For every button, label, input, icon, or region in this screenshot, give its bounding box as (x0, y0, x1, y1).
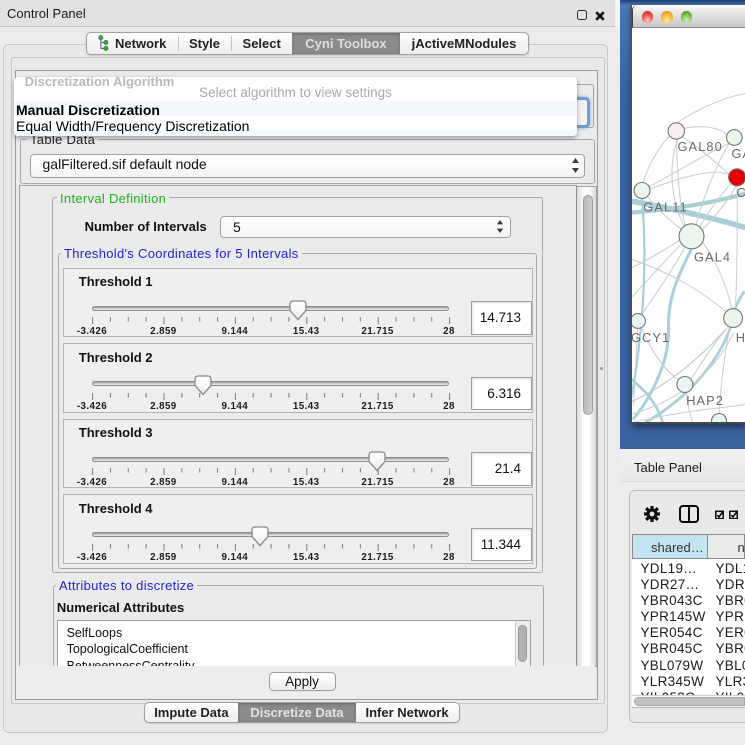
svg-text:HAP2: HAP2 (686, 393, 724, 408)
svg-text:H: H (735, 330, 745, 345)
svg-text:GAL11: GAL11 (643, 199, 687, 214)
svg-text:GAL80: GAL80 (677, 139, 722, 154)
svg-text:GAL4: GAL4 (694, 249, 731, 264)
svg-text:C: C (736, 185, 745, 200)
svg-text:GA: GA (731, 146, 745, 161)
svg-text:GCY1: GCY1 (632, 330, 670, 345)
